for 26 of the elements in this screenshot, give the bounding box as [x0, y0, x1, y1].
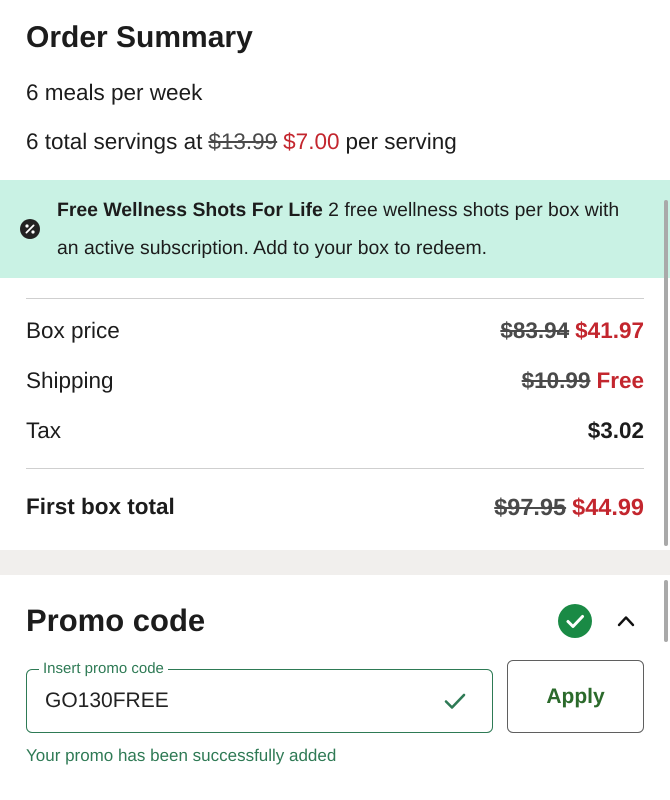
promo-code-input[interactable]: GO130FREE — [45, 689, 433, 713]
line-label: Shipping — [26, 368, 114, 394]
order-summary-title: Order Summary — [25, 20, 254, 56]
meals-per-week: 6 meals per week — [26, 79, 202, 107]
price: $7.00 — [283, 128, 340, 156]
total-label: First box total — [26, 494, 175, 520]
percent-icon — [20, 219, 40, 239]
promo-code-title: Promo code — [26, 602, 206, 640]
line-label: Box price — [26, 318, 120, 344]
price: $3.02 — [588, 418, 644, 444]
servings-text: 6 total servings at — [26, 128, 202, 156]
price: $41.97 — [575, 318, 644, 344]
original-price: $10.99 — [522, 368, 590, 394]
scrollbar-thumb[interactable] — [664, 580, 668, 642]
servings-text: per serving — [345, 128, 457, 156]
original-price: $13.99 — [208, 128, 278, 156]
price: $44.99 — [572, 494, 644, 520]
promo-code-field[interactable]: Insert promo code GO130FREE — [26, 660, 493, 733]
apply-button[interactable]: Apply — [507, 660, 644, 733]
price: Free — [596, 368, 644, 394]
original-price: $97.95 — [494, 494, 566, 520]
line-label: Tax — [26, 418, 62, 444]
scrollbar-thumb[interactable] — [664, 200, 668, 546]
banner-text: Free Wellness Shots For Life 2 free wellness shots per box with an active subscription. Add to your box to redeem. — [57, 198, 620, 261]
promo-success-message: Your promo has been successfully added — [26, 745, 338, 767]
original-price: $83.94 — [500, 318, 570, 344]
